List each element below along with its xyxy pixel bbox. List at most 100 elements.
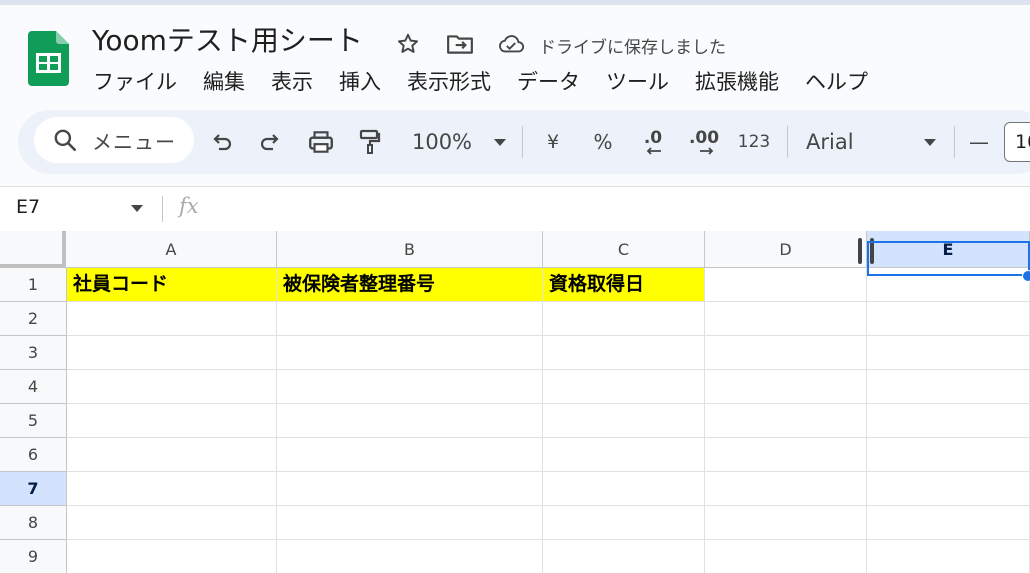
cell-c4[interactable]: [543, 370, 705, 404]
column-header-c[interactable]: C: [543, 231, 705, 268]
print-icon[interactable]: [305, 124, 337, 160]
menu-tools[interactable]: ツール: [593, 66, 682, 98]
font-size-decrease-button[interactable]: —: [966, 124, 992, 160]
cell-a9[interactable]: [67, 540, 277, 573]
cell-b5[interactable]: [277, 404, 543, 438]
document-title[interactable]: Yoomテスト用シート: [92, 24, 363, 58]
menu-insert[interactable]: 挿入: [326, 66, 394, 98]
percent-format-button[interactable]: %: [590, 124, 616, 160]
cell-b6[interactable]: [277, 438, 543, 472]
fill-handle[interactable]: [1022, 270, 1030, 282]
cell-a4[interactable]: [67, 370, 277, 404]
currency-format-button[interactable]: ¥: [540, 124, 566, 160]
column-header-a[interactable]: A: [66, 231, 277, 268]
menu-extensions[interactable]: 拡張機能: [682, 66, 792, 98]
row-header-2[interactable]: 2: [0, 302, 67, 336]
cell-b4[interactable]: [277, 370, 543, 404]
cell-a5[interactable]: [67, 404, 277, 438]
menu-view[interactable]: 表示: [258, 66, 326, 98]
toolbar-divider: [522, 126, 523, 158]
cell-c2[interactable]: [543, 302, 705, 336]
cell-c3[interactable]: [543, 336, 705, 370]
cell-a7[interactable]: [67, 472, 277, 506]
cell-d9[interactable]: [705, 540, 867, 573]
column-header-d[interactable]: D: [705, 231, 867, 268]
save-status: ドライブに保存しました: [539, 38, 726, 58]
row-header-6[interactable]: 6: [0, 438, 67, 472]
cell-c7[interactable]: [543, 472, 705, 506]
star-icon[interactable]: [394, 30, 422, 58]
cell-e7[interactable]: [867, 472, 1030, 506]
row-header-7[interactable]: 7: [0, 472, 67, 506]
cell-a1[interactable]: 社員コード: [67, 268, 277, 302]
cell-b1[interactable]: 被保険者整理番号: [277, 268, 543, 302]
zoom-value: 100%: [411, 130, 473, 154]
cell-a3[interactable]: [67, 336, 277, 370]
cell-b3[interactable]: [277, 336, 543, 370]
row-header-1[interactable]: 1: [0, 268, 67, 302]
cell-c9[interactable]: [543, 540, 705, 573]
cell-d5[interactable]: [705, 404, 867, 438]
column-header-b[interactable]: B: [277, 231, 543, 268]
arrow-left-icon: [646, 147, 661, 155]
row-header-5[interactable]: 5: [0, 404, 67, 438]
menu-bar: ファイル 編集 表示 挿入 表示形式 データ ツール 拡張機能 ヘルプ: [80, 66, 881, 98]
paint-format-icon[interactable]: [355, 124, 385, 160]
search-icon: [50, 125, 80, 155]
spreadsheet-grid: A B C D E 1 2 3 4 5 6 7 8 9 社員コード 被保険者整理…: [0, 231, 1030, 573]
increase-decimal-button[interactable]: .00: [686, 124, 722, 160]
cell-e3[interactable]: [867, 336, 1030, 370]
chevron-down-icon[interactable]: [131, 205, 143, 212]
number-format-button[interactable]: 123: [736, 124, 772, 160]
row-header-4[interactable]: 4: [0, 370, 67, 404]
cell-c6[interactable]: [543, 438, 705, 472]
menu-help[interactable]: ヘルプ: [792, 66, 881, 98]
menu-search-button[interactable]: メニュー: [34, 117, 194, 163]
menu-data[interactable]: データ: [504, 66, 593, 98]
menu-format[interactable]: 表示形式: [394, 66, 504, 98]
cell-a2[interactable]: [67, 302, 277, 336]
cell-e4[interactable]: [867, 370, 1030, 404]
row-header-9[interactable]: 9: [0, 540, 67, 573]
redo-icon[interactable]: [255, 124, 285, 160]
cell-d1[interactable]: [705, 268, 867, 302]
move-folder-icon[interactable]: [446, 30, 474, 58]
cell-e5[interactable]: [867, 404, 1030, 438]
cell-d2[interactable]: [705, 302, 867, 336]
cell-b7[interactable]: [277, 472, 543, 506]
chevron-down-icon: [494, 138, 507, 146]
cell-a8[interactable]: [67, 506, 277, 540]
cell-e6[interactable]: [867, 438, 1030, 472]
cell-d6[interactable]: [705, 438, 867, 472]
decrease-decimal-button[interactable]: .0: [636, 124, 670, 160]
menu-edit[interactable]: 編集: [190, 66, 258, 98]
formula-divider: [162, 196, 163, 222]
active-cell-e7[interactable]: [867, 241, 1030, 276]
cell-c8[interactable]: [543, 506, 705, 540]
cell-d8[interactable]: [705, 506, 867, 540]
undo-icon[interactable]: [207, 124, 237, 160]
row-header-3[interactable]: 3: [0, 336, 67, 370]
cell-b8[interactable]: [277, 506, 543, 540]
cell-b9[interactable]: [277, 540, 543, 573]
cell-d4[interactable]: [705, 370, 867, 404]
cell-e9[interactable]: [867, 540, 1030, 573]
row-header-8[interactable]: 8: [0, 506, 67, 540]
name-box[interactable]: E7: [16, 196, 40, 218]
font-size-input[interactable]: 10: [1004, 122, 1030, 162]
column-resize-handle[interactable]: [858, 238, 862, 264]
cell-a6[interactable]: [67, 438, 277, 472]
cell-c1[interactable]: 資格取得日: [543, 268, 705, 302]
cell-d7[interactable]: [705, 472, 867, 506]
cell-c5[interactable]: [543, 404, 705, 438]
menu-file[interactable]: ファイル: [80, 66, 190, 98]
sheets-logo-icon[interactable]: [28, 31, 69, 86]
zoom-select[interactable]: 100%: [404, 124, 514, 160]
cell-e2[interactable]: [867, 302, 1030, 336]
select-all-corner[interactable]: [0, 231, 66, 268]
cell-d3[interactable]: [705, 336, 867, 370]
cloud-saved-icon: [497, 30, 525, 58]
cell-b2[interactable]: [277, 302, 543, 336]
font-select[interactable]: Arial: [806, 124, 936, 160]
cell-e8[interactable]: [867, 506, 1030, 540]
